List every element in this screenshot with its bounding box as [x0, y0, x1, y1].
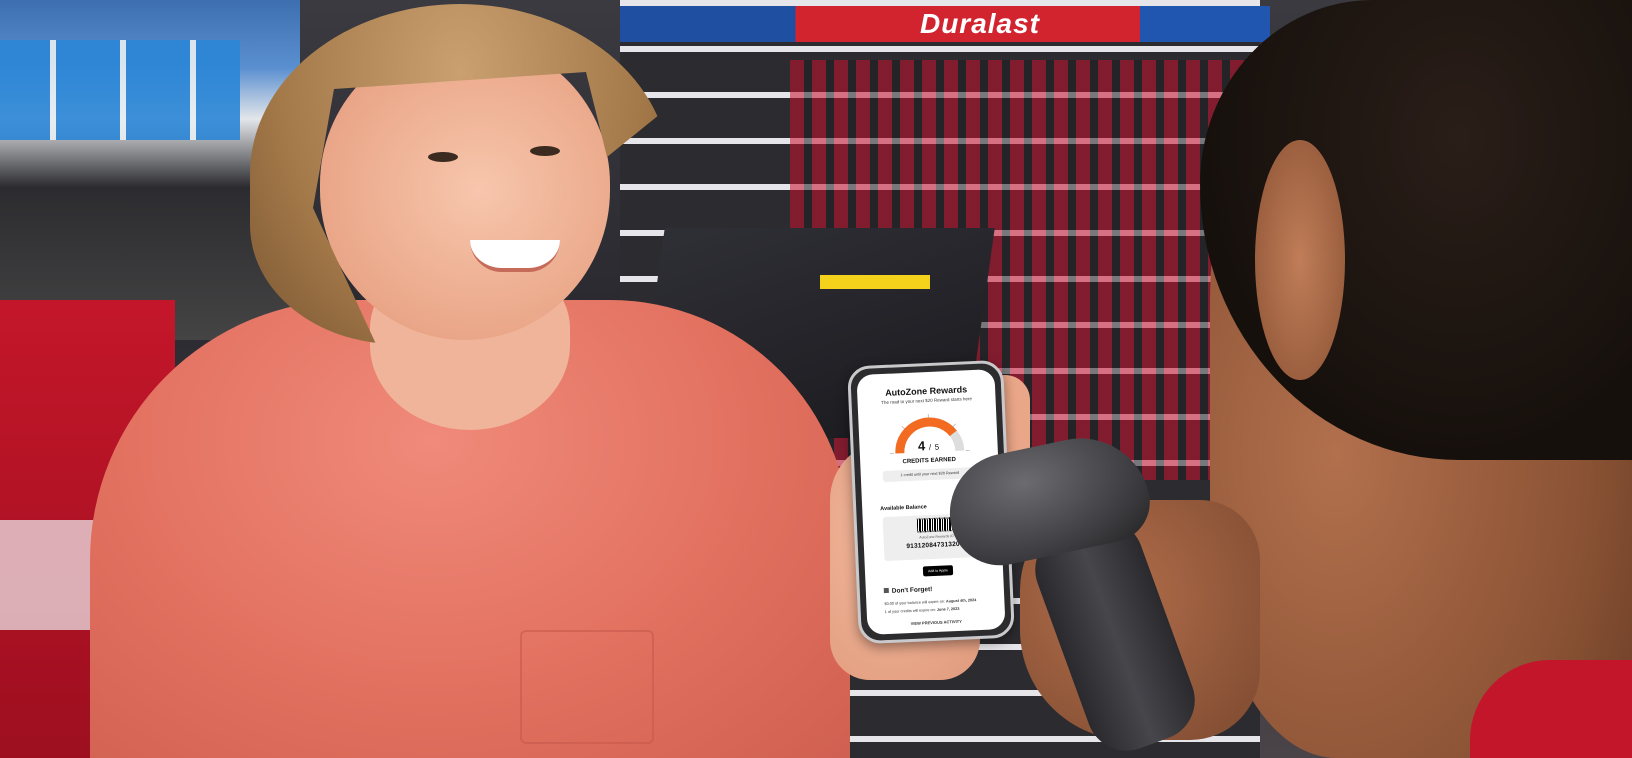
credit-expiry-date: June 7, 2023 [936, 606, 960, 612]
view-activity-link[interactable]: VIEW PREVIOUS ACTIVITY [867, 617, 1005, 628]
display-stripe [820, 275, 930, 289]
credits-current: 4 [917, 438, 926, 454]
banner-label: Duralast [919, 8, 1041, 39]
credits-value: 4 / 5 [859, 435, 998, 456]
credits-total: 5 [934, 442, 940, 452]
credit-expiry-prefix: 1 of your credits will expire on: [884, 607, 936, 615]
shirt-pocket [520, 630, 654, 744]
balance-expiry-prefix: $0.00 of your balance will expire on: [884, 599, 946, 607]
customer-eye-right [530, 146, 560, 156]
employee-ear [1255, 140, 1345, 380]
credits-separator: / [928, 442, 932, 453]
store-photo: Duralast AutoZone Rewards The road to yo… [0, 0, 1632, 758]
calendar-icon [883, 587, 889, 594]
balance-expiry-date: August 4th, 2024 [945, 598, 977, 604]
dont-forget-label: Don't Forget! [891, 586, 933, 595]
apple-wallet-button[interactable]: Add to Apple Wallet [922, 565, 954, 583]
customer-eye-left [428, 152, 458, 162]
credit-expiry: 1 of your credits will expire on: June 7… [885, 607, 960, 614]
dont-forget-heading: Don't Forget! [883, 586, 933, 595]
balance-expiry: $0.00 of your balance will expire on: Au… [884, 598, 976, 606]
balance-label: Available Balance [880, 504, 927, 513]
fluid-bottles [0, 40, 240, 140]
